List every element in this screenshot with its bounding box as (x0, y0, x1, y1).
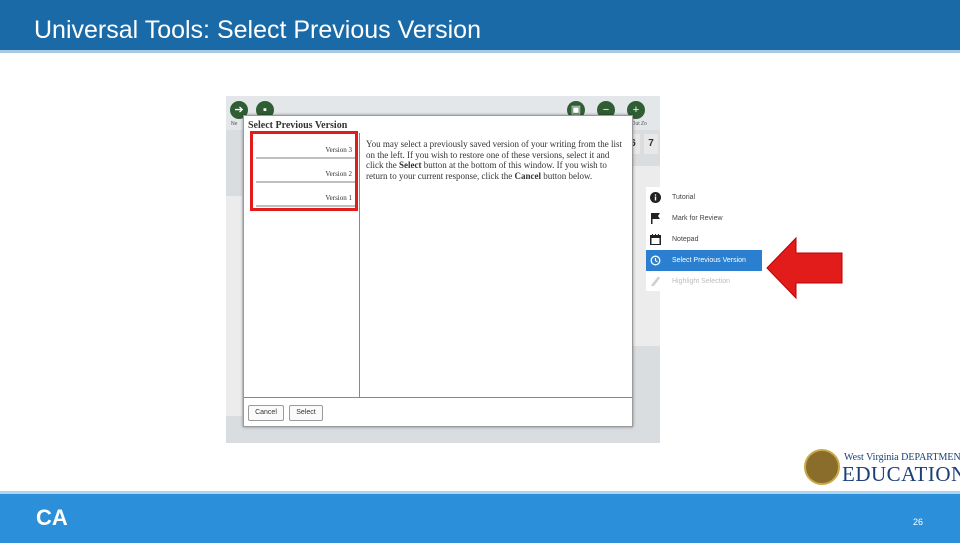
menu-item-tutorial[interactable]: Tutorial (646, 187, 762, 208)
menu-item-label: Mark for Review (672, 215, 723, 222)
info-icon (650, 192, 661, 203)
slide-footer-bar (0, 491, 960, 543)
menu-item-select-previous-version[interactable]: Select Previous Version (646, 250, 762, 271)
tool-label-left: Ne (231, 121, 238, 127)
menu-item-label: Tutorial (672, 194, 696, 201)
history-icon (650, 255, 661, 266)
instructions-part-3: button below. (540, 170, 593, 181)
notepad-icon (650, 234, 661, 245)
menu-item-label: Notepad (672, 236, 699, 243)
dialog-footer: Cancel Select (244, 397, 632, 427)
context-menu: Tutorial Mark for Review Notepad Select … (646, 187, 762, 291)
version-list-highlight (250, 131, 358, 211)
ca-logo: CA (36, 505, 68, 530)
wv-seal-icon (804, 449, 840, 485)
logo-line-2: EDUCATION (842, 462, 960, 486)
menu-item-notepad[interactable]: Notepad (646, 229, 762, 250)
passage-edge (226, 196, 242, 416)
highlighter-icon (651, 276, 660, 286)
slide-title: Universal Tools: Select Previous Version (34, 16, 481, 44)
instructions-select-word: Select (399, 160, 422, 170)
menu-item-label: Highlight Selection (672, 278, 730, 285)
menu-item-highlight-selection: Highlight Selection (646, 271, 762, 292)
dialog-title: Select Previous Version (248, 120, 348, 131)
dialog-instructions: You may select a previously saved versio… (366, 139, 628, 181)
page-tab-7[interactable]: 7 (644, 134, 658, 154)
flag-icon (651, 213, 660, 224)
select-button[interactable]: Select (289, 405, 323, 421)
cancel-button[interactable]: Cancel (248, 405, 284, 421)
page-number: 26 (913, 517, 924, 527)
wv-education-logo: West Virginia DEPARTMENT OF EDUCATION (804, 449, 960, 487)
instructions-cancel-word: Cancel (514, 170, 541, 181)
menu-item-mark-for-review[interactable]: Mark for Review (646, 208, 762, 229)
red-pointer-arrow-icon (766, 237, 843, 299)
menu-item-label: Select Previous Version (672, 257, 746, 264)
